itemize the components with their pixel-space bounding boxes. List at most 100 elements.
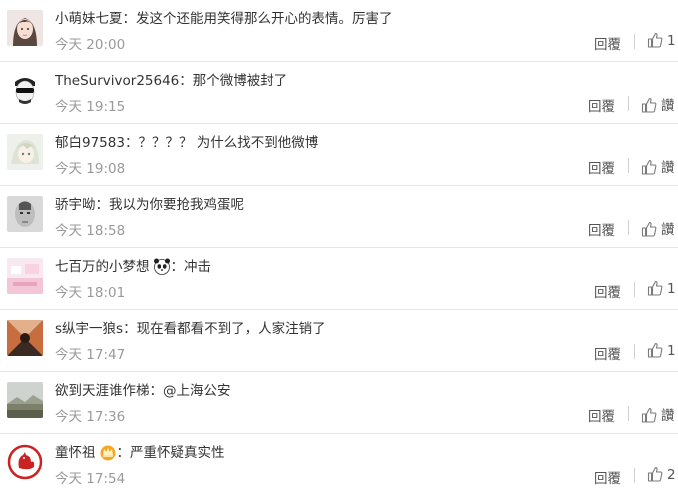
divider — [634, 468, 635, 483]
timestamp: 今天 20:00 — [55, 37, 126, 53]
panda-badge-icon — [153, 258, 170, 275]
avatar-landscape-icon — [7, 382, 43, 418]
like-label: 讚 — [661, 222, 675, 238]
avatar[interactable] — [7, 72, 43, 108]
like-count: 1 — [667, 343, 676, 359]
like-count: 1 — [667, 33, 676, 49]
thumbs-up-icon — [647, 342, 663, 358]
username-link[interactable]: 七百万的小梦想 — [55, 259, 150, 275]
colon: ： — [95, 197, 110, 213]
reply-button[interactable]: 回覆 — [588, 95, 615, 115]
colon: ： — [149, 383, 164, 399]
thumbs-up-icon — [647, 466, 663, 482]
avatar[interactable] — [7, 444, 43, 480]
comment-item: 童怀祖 ：严重怀疑真实性 今天 17:54 回覆 2 — [0, 434, 678, 496]
like-label: 讚 — [661, 408, 675, 424]
comment-text: 冲击 — [184, 259, 211, 275]
like-button[interactable]: 讚 — [641, 94, 675, 114]
like-button[interactable]: 讚 — [641, 156, 675, 176]
like-label: 讚 — [661, 98, 675, 114]
crown-badge-icon — [100, 445, 115, 461]
avatar[interactable] — [7, 320, 43, 356]
comment-text-line: 七百万的小梦想 ：冲击 — [55, 255, 211, 275]
avatar-sketch-icon — [7, 196, 43, 232]
comment-item: 七百万的小梦想 ：冲击 今天 18:01 回覆 1 — [0, 248, 678, 310]
avatar[interactable] — [7, 258, 43, 294]
avatar-pink-icon — [7, 258, 43, 294]
colon: ： — [170, 259, 185, 275]
like-button[interactable]: 讚 — [641, 218, 675, 238]
like-label: 讚 — [661, 160, 675, 176]
comment-text-line: 欲到天涯谁作梯：@上海公安 — [55, 379, 231, 399]
timestamp: 今天 17:36 — [55, 409, 126, 425]
thumbs-up-icon — [641, 407, 657, 423]
reply-button[interactable]: 回覆 — [588, 157, 615, 177]
colon: ： — [123, 321, 137, 337]
reply-button[interactable]: 回覆 — [588, 219, 615, 239]
comment-text-line: 小萌妹七夏：发这个还能用笑得那么开心的表情。厉害了 — [55, 7, 393, 27]
username-link[interactable]: 小萌妹七夏 — [55, 11, 123, 27]
divider — [628, 220, 629, 235]
comment-item: 郁白97583：？？？？ 为什么找不到他微博 今天 19:08 回覆 讚 — [0, 124, 678, 186]
like-button[interactable]: 1 — [647, 342, 676, 360]
comment-item: 小萌妹七夏：发这个还能用笑得那么开心的表情。厉害了 今天 20:00 回覆 1 — [0, 0, 678, 62]
reply-button[interactable]: 回覆 — [594, 343, 621, 363]
reply-button[interactable]: 回覆 — [594, 281, 621, 301]
divider — [628, 406, 629, 421]
comment-text-line: 骄宇呦：我以为你要抢我鸡蛋呢 — [55, 193, 244, 213]
like-count: 1 — [667, 281, 676, 297]
comment-text-line: TheSurvivor25646：那个微博被封了 — [55, 69, 287, 89]
thumbs-up-icon — [647, 32, 663, 48]
reply-button[interactable]: 回覆 — [594, 33, 621, 53]
timestamp: 今天 17:47 — [55, 347, 126, 363]
reply-button[interactable]: 回覆 — [594, 467, 621, 487]
username-link[interactable]: 骄宇呦 — [55, 197, 96, 213]
username-link[interactable]: s纵宇一狼s — [55, 321, 123, 337]
like-button[interactable]: 1 — [647, 32, 676, 50]
thumbs-up-icon — [641, 159, 657, 175]
avatar-rooster-icon — [7, 444, 43, 480]
comment-text: ？？？？ 为什么找不到他微博 — [138, 135, 319, 151]
like-button[interactable]: 2 — [647, 466, 676, 484]
timestamp: 今天 17:54 — [55, 471, 126, 487]
avatar-girl-icon — [7, 10, 43, 46]
avatar[interactable] — [7, 196, 43, 232]
colon: ： — [116, 445, 131, 461]
comment-text-line: s纵宇一狼s：现在看都看不到了，人家注销了 — [55, 317, 326, 337]
timestamp: 今天 19:15 — [55, 99, 126, 115]
comment-text: @上海公安 — [163, 383, 231, 399]
username-link[interactable]: 童怀祖 — [55, 445, 96, 461]
avatar[interactable] — [7, 382, 43, 418]
divider — [628, 158, 629, 173]
comment-item: TheSurvivor25646：那个微博被封了 今天 19:15 回覆 讚 — [0, 62, 678, 124]
comment-text-line: 郁白97583：？？？？ 为什么找不到他微博 — [55, 131, 318, 151]
comment-item: 骄宇呦：我以为你要抢我鸡蛋呢 今天 18:58 回覆 讚 — [0, 186, 678, 248]
avatar-sunglasses-icon — [7, 72, 43, 108]
username-link[interactable]: 欲到天涯谁作梯 — [55, 383, 150, 399]
comment-item: s纵宇一狼s：现在看都看不到了，人家注销了 今天 17:47 回覆 1 — [0, 310, 678, 372]
username-link[interactable]: TheSurvivor25646 — [55, 73, 179, 89]
divider — [634, 34, 635, 49]
timestamp: 今天 19:08 — [55, 161, 126, 177]
like-button[interactable]: 1 — [647, 280, 676, 298]
comment-text: 那个微博被封了 — [192, 73, 288, 89]
colon: ： — [179, 73, 193, 89]
reply-button[interactable]: 回覆 — [588, 405, 615, 425]
comment-text: 严重怀疑真实性 — [130, 445, 225, 461]
avatar[interactable] — [7, 10, 43, 46]
username-link[interactable]: 郁白97583 — [55, 135, 125, 151]
timestamp: 今天 18:58 — [55, 223, 126, 239]
comment-text: 发这个还能用笑得那么开心的表情。厉害了 — [136, 11, 393, 27]
comment-text: 现在看都看不到了，人家注销了 — [136, 321, 326, 337]
avatar[interactable] — [7, 134, 43, 170]
colon: ： — [122, 11, 137, 27]
like-count: 2 — [667, 467, 676, 483]
avatar-pattern-icon — [7, 320, 43, 356]
comment-list: 小萌妹七夏：发这个还能用笑得那么开心的表情。厉害了 今天 20:00 回覆 1 … — [0, 0, 678, 491]
timestamp: 今天 18:01 — [55, 285, 126, 301]
divider — [628, 96, 629, 111]
like-button[interactable]: 讚 — [641, 404, 675, 424]
comment-text-line: 童怀祖 ：严重怀疑真实性 — [55, 441, 225, 461]
comment-text: 我以为你要抢我鸡蛋呢 — [109, 197, 244, 213]
colon: ： — [124, 135, 139, 151]
